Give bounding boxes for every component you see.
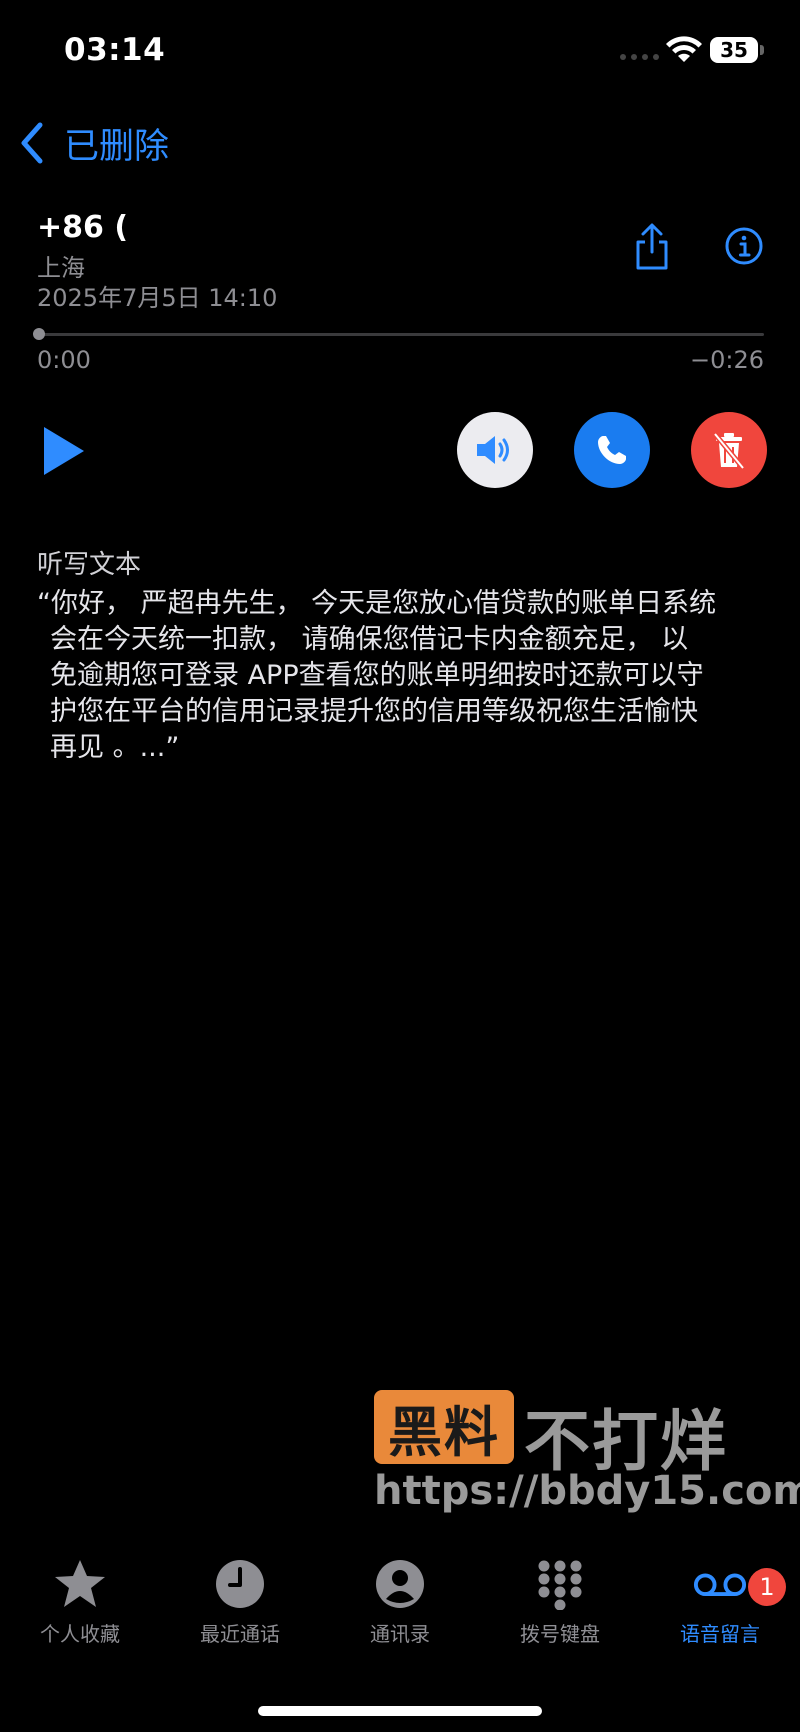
cellular-signal-icon (620, 54, 659, 60)
transcript-line: “你好， 严超冉先生， 今天是您放心借贷款的账单日系统 (37, 588, 717, 619)
chevron-left-icon (21, 122, 43, 164)
tab-label: 拨号键盘 (520, 1622, 600, 1646)
caller-phone-number: +86 ( (37, 210, 129, 245)
clock-icon (216, 1560, 264, 1608)
status-bar: 03:14 35 (0, 0, 800, 100)
share-icon[interactable] (630, 222, 674, 272)
person-icon (376, 1560, 424, 1608)
playback-scrubber-handle[interactable] (33, 328, 45, 340)
tab-keypad[interactable]: 拨号键盘 (485, 1556, 635, 1656)
delete-forever-button[interactable] (691, 412, 767, 488)
tab-label: 最近通话 (200, 1622, 280, 1646)
playback-progress-track[interactable] (38, 333, 764, 336)
battery-cap (760, 45, 764, 55)
transcript-line: 免逾期您可登录 APP查看您的账单明细按时还款可以守 (50, 660, 704, 691)
call-back-button[interactable] (574, 412, 650, 488)
transcript-line: 再见 。...” (50, 732, 180, 763)
home-indicator[interactable] (258, 1706, 542, 1716)
back-label: 已删除 (64, 126, 170, 167)
play-icon[interactable] (42, 425, 86, 477)
voicemail-icon (693, 1573, 747, 1597)
speaker-button[interactable] (457, 412, 533, 488)
star-icon (55, 1560, 105, 1607)
battery-icon: 35 (710, 37, 758, 63)
transcript-line: 会在今天统一扣款， 请确保您借记卡内金额充足， 以 (50, 624, 689, 655)
watermark-logo-box: 黑料 (374, 1390, 514, 1464)
status-time: 03:14 (64, 32, 166, 68)
trash-slash-icon (713, 432, 745, 470)
transcript-line: 护您在平台的信用记录提升您的信用等级祝您生活愉快 (50, 696, 698, 727)
transcript-title: 听写文本 (37, 550, 142, 580)
tab-label: 通讯录 (370, 1622, 430, 1646)
back-button[interactable]: 已删除 (18, 118, 169, 168)
info-icon[interactable] (724, 226, 764, 266)
tab-label: 个人收藏 (40, 1622, 120, 1646)
remaining-time: −0:26 (690, 346, 765, 374)
tab-label: 语音留言 (680, 1622, 760, 1646)
speaker-icon (477, 436, 509, 464)
phone-icon (598, 436, 626, 464)
voicemail-datetime: 2025年7月5日 14:10 (37, 284, 278, 312)
keypad-icon (538, 1560, 582, 1610)
elapsed-time: 0:00 (37, 346, 91, 374)
transcript-text: “你好， 严超冉先生， 今天是您放心借贷款的账单日系统 会在今天统一扣款， 请确… (37, 586, 759, 766)
tab-recents[interactable]: 最近通话 (165, 1556, 315, 1656)
wifi-icon (666, 36, 702, 62)
watermark: 黑料 不打烊 https://bbdy15.com (374, 1390, 800, 1514)
watermark-url: https://bbdy15.com (374, 1468, 800, 1514)
tab-favorites[interactable]: 个人收藏 (5, 1556, 155, 1656)
voicemail-badge: 1 (748, 1568, 786, 1606)
tab-bar: 个人收藏 最近通话 通讯录 拨号键盘 语音留言 (0, 1556, 800, 1656)
tab-contacts[interactable]: 通讯录 (325, 1556, 475, 1656)
